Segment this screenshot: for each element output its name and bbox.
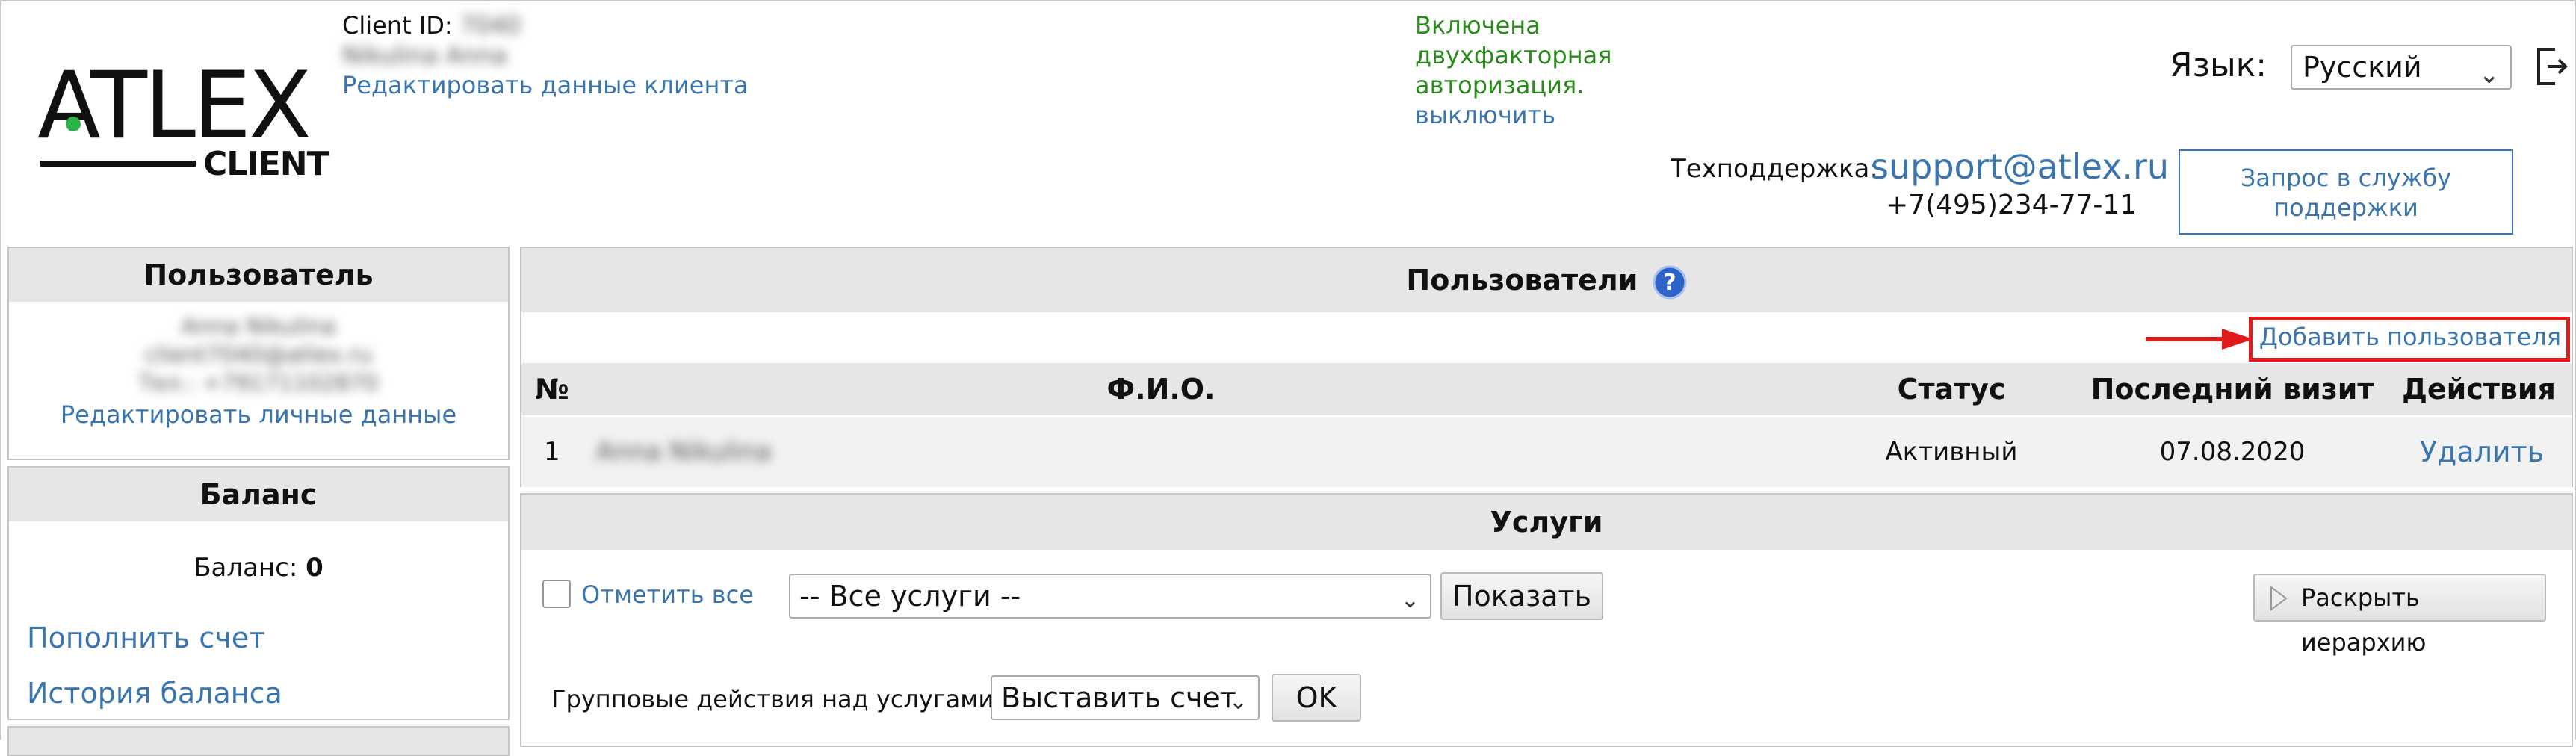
group-action-selected: Выставить счет — [1001, 681, 1236, 714]
edit-client-link[interactable]: Редактировать данные клиента — [342, 70, 749, 100]
question-icon[interactable]: ? — [1653, 265, 1687, 300]
ok-button[interactable]: OK — [1272, 674, 1361, 722]
next-panel-edge — [7, 726, 510, 756]
edit-personal-data-link[interactable]: Редактировать личные данные — [9, 400, 508, 429]
balance-line: Баланс: 0 — [9, 553, 508, 583]
table-row: 1 Anna Nikulina Активный 07.08.2020 Удал… — [521, 417, 2572, 487]
expand-hierarchy-button[interactable]: Раскрыть иерархию — [2253, 574, 2546, 657]
language-label: Язык: — [2170, 46, 2267, 84]
client-name: Nikulina Anna — [342, 41, 507, 69]
col-num: № — [535, 373, 569, 406]
support-label: Техподдержка: — [1671, 154, 1878, 184]
two-factor-line2: двухфакторная — [1415, 41, 1612, 69]
delete-user-link[interactable]: Удалить — [2420, 417, 2544, 487]
services-panel: Услуги Отметить все -- Все услуги -- ⌄ П… — [520, 493, 2573, 747]
logo-text: ATLEX — [37, 52, 312, 160]
services-filter-selected: -- Все услуги -- — [799, 580, 1021, 613]
row-num: 1 — [544, 437, 560, 467]
client-id-value: 7040 — [459, 11, 521, 40]
balance-value: 0 — [306, 553, 323, 583]
row-status: Активный — [1885, 437, 2018, 467]
two-factor-line1: Включена — [1415, 11, 1541, 40]
atlex-logo[interactable]: ATLEX CLIENT — [37, 52, 329, 187]
language-selected: Русский — [2303, 51, 2422, 84]
red-arrow-icon — [2146, 329, 2253, 350]
col-actions: Действия — [2402, 373, 2556, 406]
chevron-down-icon: ⌄ — [1228, 689, 1248, 715]
row-user-name[interactable]: Anna Nikulina — [596, 417, 771, 487]
user-phone: Тел.: +79171102870 — [138, 371, 379, 397]
users-panel-title: Пользователи — [1406, 264, 1638, 297]
col-name: Ф.И.О. — [1106, 373, 1216, 406]
support-request-button[interactable]: Запрос в службу поддержки — [2179, 149, 2513, 235]
expand-play-icon — [2270, 586, 2288, 611]
services-panel-title: Услуги — [521, 495, 2572, 550]
highlight-box — [2249, 317, 2570, 362]
client-id-label: Client ID: — [342, 11, 453, 40]
select-all-link[interactable]: Отметить все — [581, 580, 754, 610]
balance-history-link[interactable]: История баланса — [27, 677, 282, 710]
row-last-visit: 07.08.2020 — [2159, 437, 2306, 467]
chevron-down-icon: ⌄ — [2478, 60, 2501, 90]
user-name: Anna Nikulina — [181, 314, 336, 340]
chevron-down-icon: ⌄ — [1400, 587, 1419, 613]
logout-icon[interactable] — [2534, 46, 2569, 87]
user-panel: Пользователь Anna Nikulina client7040@at… — [7, 247, 510, 460]
support-phone: +7(495)234-77-11 — [1886, 190, 2137, 220]
topup-link[interactable]: Пополнить счет — [27, 622, 265, 654]
disable-two-factor-link[interactable]: выключить — [1415, 100, 1555, 130]
balance-panel-title: Баланс — [9, 468, 508, 521]
balance-panel: Баланс Баланс: 0 Пополнить счет История … — [7, 466, 510, 720]
language-select[interactable]: Русский ⌄ — [2291, 45, 2512, 90]
balance-label: Баланс: — [193, 553, 298, 583]
users-panel: Пользователи ? Добавить пользователя № Ф… — [520, 247, 2573, 487]
col-status: Статус — [1897, 373, 2006, 406]
two-factor-line3: авторизация. — [1415, 71, 1585, 99]
user-panel-title: Пользователь — [9, 248, 508, 302]
users-panel-header: Пользователи ? — [521, 248, 2572, 312]
services-filter-select[interactable]: -- Все услуги -- ⌄ — [789, 574, 1431, 619]
expand-hierarchy-label: Раскрыть иерархию — [2301, 583, 2427, 657]
client-id-line: Client ID: 7040 — [342, 10, 521, 40]
group-action-select[interactable]: Выставить счет ⌄ — [991, 675, 1260, 720]
users-table-header: № Ф.И.О. Статус Последний визит Действия — [521, 363, 2572, 415]
user-email: client7040@atlex.ru — [145, 342, 372, 368]
support-email-link[interactable]: support@atlex.ru — [1871, 146, 2169, 187]
group-actions-label: Групповые действия над услугами — [551, 685, 994, 713]
show-button[interactable]: Показать — [1440, 572, 1603, 620]
logo-underline — [40, 161, 196, 167]
col-last-visit: Последний визит — [2090, 373, 2374, 406]
svg-text:?: ? — [1663, 270, 1676, 296]
select-all-checkbox[interactable] — [542, 580, 571, 608]
logo-subtext: CLIENT — [203, 145, 329, 183]
logo-green-dot — [66, 117, 81, 131]
